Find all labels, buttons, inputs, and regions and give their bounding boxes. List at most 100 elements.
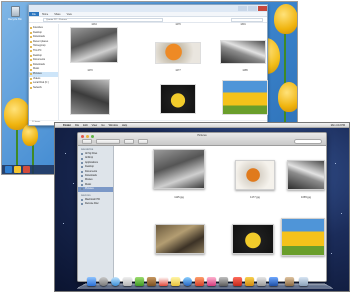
file-explorer-icon[interactable]	[14, 166, 21, 173]
arrange-button[interactable]	[124, 139, 134, 144]
menu-window[interactable]: Window	[107, 124, 120, 127]
finder-dock-icon[interactable]	[87, 277, 96, 286]
sidebar-item-remote-disc[interactable]: Remote Disc	[78, 202, 113, 206]
wallpaper-tulip	[274, 4, 297, 34]
trash-icon[interactable]	[299, 277, 308, 286]
minimize-button[interactable]	[238, 6, 247, 11]
explorer-file-grid: 1234 1276 1301 1270 1277 1285	[60, 23, 268, 120]
wallpaper-star	[63, 223, 64, 224]
photo-image	[160, 84, 196, 114]
safari-icon[interactable]	[111, 277, 120, 286]
file-thumbnail[interactable]: 1065.jpg	[287, 160, 325, 199]
sidebar-item-pictures[interactable]: Pictures	[78, 187, 113, 192]
file-label: 1065.jpg	[301, 196, 311, 199]
menubar-clock[interactable]: Mon 4:13 PM	[329, 124, 349, 127]
menu-go[interactable]: Go	[99, 124, 106, 127]
tab-share[interactable]: Share	[51, 12, 63, 16]
menu-view[interactable]: View	[90, 124, 100, 127]
photo-image	[155, 42, 201, 64]
recycle-bin-icon	[10, 6, 20, 17]
tab-file[interactable]: File	[29, 12, 39, 16]
photo-image	[222, 80, 268, 115]
photo-image	[281, 218, 325, 256]
downloads-stack-icon[interactable]	[285, 277, 294, 286]
wallpaper-star	[335, 163, 336, 164]
itunes-icon[interactable]	[207, 277, 216, 286]
file-thumbnail[interactable]: 1270	[70, 69, 110, 115]
file-thumbnail[interactable]: 1277	[160, 69, 196, 114]
menu-help[interactable]: Help	[120, 124, 129, 127]
file-label: 1285	[242, 69, 248, 72]
navigation-pane: Favorites Desktop Downloads Recent place…	[29, 24, 59, 120]
mail-icon[interactable]	[123, 277, 132, 286]
file-label: 1177.jpg	[250, 196, 260, 199]
notes-icon[interactable]	[171, 277, 180, 286]
file-thumbnail[interactable]: 1115.jpg	[153, 149, 205, 199]
photo-image	[220, 40, 266, 64]
file-thumbnail[interactable]: 1177.jpg	[235, 160, 275, 199]
menu-file[interactable]: File	[73, 124, 81, 127]
photo-image	[153, 149, 205, 189]
menu-finder[interactable]: Finder	[61, 124, 73, 127]
file-thumbnail[interactable]	[155, 224, 205, 254]
app-icon[interactable]	[233, 277, 242, 286]
system-preferences-icon[interactable]	[219, 277, 228, 286]
wallpaper-star	[65, 153, 66, 154]
mac-desktop: Finder File Edit View Go Window Help Mon…	[54, 122, 350, 292]
wallpaper-tulip	[22, 124, 38, 146]
finder-icon-grid: 1115.jpg 1177.jpg 1065.jpg	[115, 146, 326, 281]
file-label: 1234	[91, 23, 97, 26]
recycle-bin-label: Recycle Bin	[8, 18, 22, 21]
browser-icon[interactable]	[23, 166, 30, 173]
finder-sidebar: FAVORITES All My Files AirDrop Applicati…	[78, 146, 114, 281]
photo-image	[155, 224, 205, 254]
app-store-icon[interactable]	[183, 277, 192, 286]
app-icon[interactable]	[245, 277, 254, 286]
facetime-icon[interactable]	[135, 277, 144, 286]
action-button[interactable]	[138, 139, 148, 144]
file-thumbnail[interactable]	[232, 224, 274, 254]
launchpad-icon[interactable]	[99, 277, 108, 286]
menu-edit[interactable]: Edit	[81, 124, 89, 127]
dock	[76, 275, 334, 289]
search-input[interactable]	[231, 18, 263, 22]
view-mode-buttons[interactable]	[96, 139, 120, 144]
finder-window: Pictures FAVORITES All My Files AirDrop …	[77, 132, 327, 282]
app-icon[interactable]	[257, 277, 266, 286]
calendar-icon[interactable]	[159, 277, 168, 286]
photo-image	[287, 160, 325, 190]
photo-booth-icon[interactable]	[195, 277, 204, 286]
back-forward-button[interactable]	[82, 139, 92, 144]
address-bar[interactable]: Quarter PC › Pictures	[43, 18, 163, 22]
file-thumbnail[interactable]: 1234	[70, 23, 118, 63]
maximize-button[interactable]	[248, 6, 257, 11]
explorer-titlebar	[29, 5, 267, 12]
file-label: 1270	[87, 69, 93, 72]
file-thumbnail[interactable]: 1276	[155, 23, 201, 64]
wallpaper-star	[73, 183, 74, 184]
contacts-icon[interactable]	[147, 277, 156, 286]
tab-home[interactable]: Home	[39, 12, 51, 16]
photo-image	[232, 224, 274, 254]
mac-menubar: Finder File Edit View Go Window Help Mon…	[55, 123, 349, 128]
search-input[interactable]	[294, 139, 322, 144]
wallpaper-star	[331, 253, 332, 254]
close-button[interactable]	[258, 6, 267, 11]
photo-image	[70, 27, 118, 63]
file-label: 1277	[175, 69, 181, 72]
wallpaper-star	[341, 213, 342, 214]
wallpaper-tulip	[278, 82, 297, 112]
file-label: 1115.jpg	[174, 196, 184, 199]
app-icon[interactable]	[269, 277, 278, 286]
finder-toolbar: Pictures	[78, 133, 326, 146]
start-icon[interactable]	[5, 166, 12, 173]
file-label: 1276	[175, 23, 181, 26]
file-thumbnail[interactable]: 1301	[220, 23, 266, 64]
file-thumbnail[interactable]: 1285	[222, 69, 268, 115]
tab-view[interactable]: View	[64, 12, 75, 16]
file-label: 1301	[240, 23, 246, 26]
finder-title: Pictures	[197, 134, 207, 137]
recycle-bin-shortcut[interactable]: Recycle Bin	[6, 6, 24, 21]
nav-item-network[interactable]: Network	[29, 86, 58, 91]
file-thumbnail[interactable]	[281, 218, 325, 256]
